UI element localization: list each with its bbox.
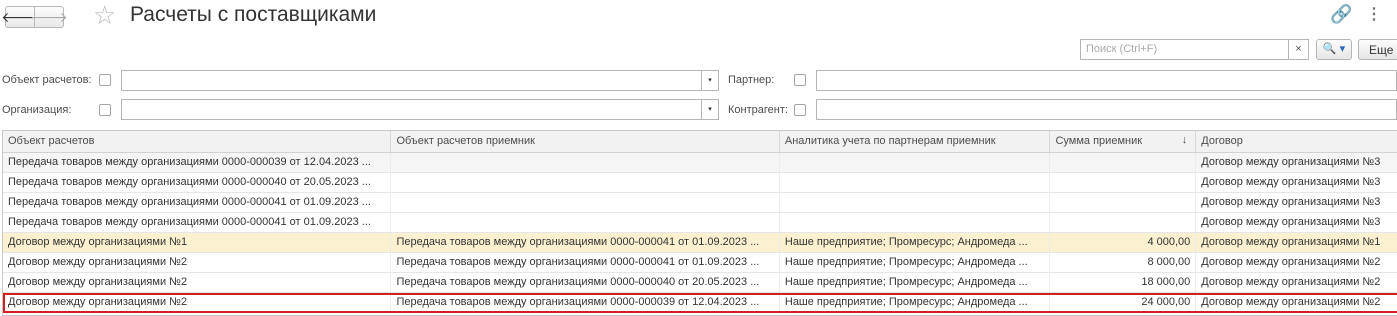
cell-target-settlement-object xyxy=(391,193,780,212)
clear-search-button[interactable]: × xyxy=(1288,39,1309,60)
search-button[interactable]: 🔍 ▾ xyxy=(1316,39,1352,60)
cell-contract: Договор между организациями №3 xyxy=(1196,173,1397,192)
table-header: Объект расчетов Объект расчетов приемник… xyxy=(3,131,1397,153)
favorite-star-icon[interactable]: ☆ xyxy=(93,2,116,28)
partner-label: Партнер: xyxy=(728,74,775,86)
cell-contract: Договор между организациями №2 xyxy=(1196,273,1397,292)
cell-partner-analytics: Наше предприятие; Промресурс; Андромеда … xyxy=(780,233,1051,252)
cell-contract: Договор между организациями №3 xyxy=(1196,193,1397,212)
search-input[interactable]: Поиск (Ctrl+F) xyxy=(1080,39,1289,60)
settlement-object-field[interactable] xyxy=(121,70,703,91)
column-header-partner-analytics[interactable]: Аналитика учета по партнерам приемник xyxy=(780,131,1051,152)
table-row-current[interactable]: Договор между организациями №2 Передача … xyxy=(3,293,1397,313)
cell-contract: Договор между организациями №2 xyxy=(1196,293,1397,312)
chevron-down-icon: ▾ xyxy=(708,77,712,84)
column-header-target-settlement-object[interactable]: Объект расчетов приемник xyxy=(391,131,780,152)
cell-settlement-object: Передача товаров между организациями 000… xyxy=(3,193,392,212)
cell-target-amount: 24 000,00 xyxy=(1050,293,1197,312)
cell-settlement-object: Договор между организациями №2 xyxy=(3,293,392,312)
table-row-selected[interactable]: Договор между организациями №1 Передача … xyxy=(3,233,1397,253)
cell-partner-analytics: Наше предприятие; Промресурс; Андромеда … xyxy=(780,293,1051,312)
column-header-target-amount[interactable]: Сумма приемник ↓ xyxy=(1050,131,1197,152)
cell-settlement-object: Передача товаров между организациями 000… xyxy=(3,173,392,192)
forward-button[interactable]: 🡒 xyxy=(30,6,68,28)
cell-target-settlement-object xyxy=(391,153,780,172)
settlement-object-dropdown[interactable]: ▾ xyxy=(701,70,719,91)
more-button[interactable]: Еще xyxy=(1358,39,1397,60)
cell-target-settlement-object: Передача товаров между организациями 000… xyxy=(391,253,780,272)
settlement-object-checkbox[interactable] xyxy=(99,74,111,86)
cell-partner-analytics: Наше предприятие; Промресурс; Андромеда … xyxy=(780,273,1051,292)
counterparty-checkbox[interactable] xyxy=(794,104,806,116)
counterparty-label: Контрагент: xyxy=(728,104,788,116)
table-row[interactable]: Передача товаров между организациями 000… xyxy=(3,153,1397,173)
cell-target-amount: 4 000,00 xyxy=(1050,233,1197,252)
cell-target-amount xyxy=(1050,173,1197,192)
organization-dropdown[interactable]: ▾ xyxy=(701,99,719,120)
cell-partner-analytics xyxy=(780,173,1051,192)
column-header-settlement-object[interactable]: Объект расчетов xyxy=(3,131,392,152)
cell-target-settlement-object: Передача товаров между организациями 000… xyxy=(391,273,780,292)
arrow-right-icon: 🡒 xyxy=(30,8,68,25)
settlements-table[interactable]: Объект расчетов Объект расчетов приемник… xyxy=(2,130,1397,316)
table-row[interactable]: Договор между организациями №2 Передача … xyxy=(3,273,1397,293)
table-row[interactable]: Передача товаров между организациями 000… xyxy=(3,193,1397,213)
page-title: Расчеты с поставщиками xyxy=(130,3,377,26)
cell-settlement-object: Передача товаров между организациями 000… xyxy=(3,213,392,232)
cell-target-amount: 8 000,00 xyxy=(1050,253,1197,272)
organization-label: Организация: xyxy=(2,104,72,116)
organization-field[interactable] xyxy=(121,99,703,120)
cell-target-settlement-object: Передача товаров между организациями 000… xyxy=(391,233,780,252)
column-header-target-amount-label: Сумма приемник xyxy=(1055,135,1143,147)
link-icon[interactable]: 🔗 xyxy=(1330,4,1352,25)
cell-contract: Договор между организациями №3 xyxy=(1196,213,1397,232)
table-row[interactable]: Договор между организациями №2 Передача … xyxy=(3,253,1397,273)
cell-partner-analytics: Наше предприятие; Промресурс; Андромеда … xyxy=(780,253,1051,272)
partner-field[interactable] xyxy=(816,70,1397,91)
cell-settlement-object: Договор между организациями №2 xyxy=(3,273,392,292)
table-row[interactable]: Передача товаров между организациями 000… xyxy=(3,213,1397,233)
sort-descending-icon: ↓ xyxy=(1181,134,1188,146)
cell-contract: Договор между организациями №2 xyxy=(1196,253,1397,272)
cell-target-amount xyxy=(1050,193,1197,212)
counterparty-field[interactable] xyxy=(816,99,1397,120)
close-icon: × xyxy=(1295,43,1302,55)
cell-target-settlement-object xyxy=(391,213,780,232)
cell-target-settlement-object: Передача товаров между организациями 000… xyxy=(391,293,780,312)
table-row[interactable]: Передача товаров между организациями 000… xyxy=(3,173,1397,193)
cell-settlement-object: Передача товаров между организациями 000… xyxy=(3,153,392,172)
partner-checkbox[interactable] xyxy=(794,74,806,86)
cell-target-settlement-object xyxy=(391,173,780,192)
settlement-object-label: Объект расчетов: xyxy=(2,74,92,86)
cell-partner-analytics xyxy=(780,213,1051,232)
cell-partner-analytics xyxy=(780,153,1051,172)
cell-target-amount xyxy=(1050,153,1197,172)
chevron-down-icon: ▾ xyxy=(708,106,712,113)
cell-target-amount xyxy=(1050,213,1197,232)
cell-contract: Договор между организациями №1 xyxy=(1196,233,1397,252)
cell-settlement-object: Договор между организациями №1 xyxy=(3,233,392,252)
cell-partner-analytics xyxy=(780,193,1051,212)
cell-settlement-object: Договор между организациями №2 xyxy=(3,253,392,272)
more-actions-icon[interactable]: ⋮ xyxy=(1366,4,1382,24)
organization-checkbox[interactable] xyxy=(99,104,111,116)
cell-target-amount: 18 000,00 xyxy=(1050,273,1197,292)
column-header-contract[interactable]: Договор xyxy=(1196,131,1397,152)
cell-contract: Договор между организациями №3 xyxy=(1196,153,1397,172)
